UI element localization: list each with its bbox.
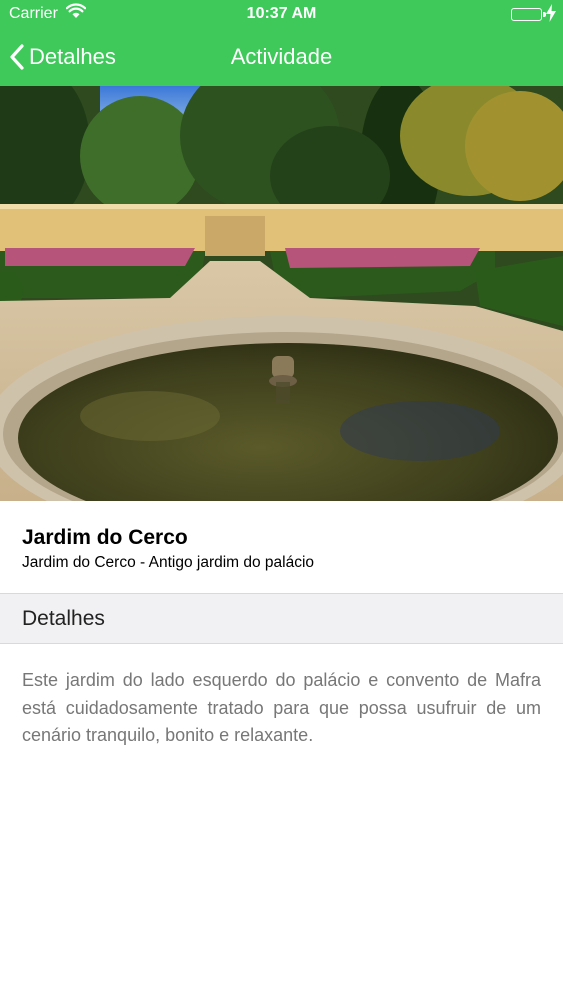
- navigation-bar: Detalhes Actividade: [0, 28, 563, 86]
- activity-description: Este jardim do lado esquerdo do palácio …: [22, 670, 541, 745]
- activity-subtitle: Jardim do Cerco - Antigo jardim do palác…: [22, 554, 315, 571]
- clock: 10:37 AM: [246, 5, 317, 22]
- battery-icon: [511, 8, 546, 21]
- top-bar: Carrier 10:37 AM Detalhes Actividade: [0, 0, 563, 86]
- activity-title: Jardim do Cerco: [22, 526, 188, 549]
- section-header-label: Detalhes: [22, 607, 105, 630]
- activity-photo: [0, 86, 563, 501]
- activity-header: Jardim do Cerco Jardim do Cerco - Antigo…: [0, 501, 563, 593]
- details-section-header: Detalhes: [0, 593, 563, 644]
- charging-bolt-icon: [546, 4, 556, 22]
- page-title: Actividade: [230, 44, 333, 69]
- status-bar: Carrier 10:37 AM: [0, 0, 563, 28]
